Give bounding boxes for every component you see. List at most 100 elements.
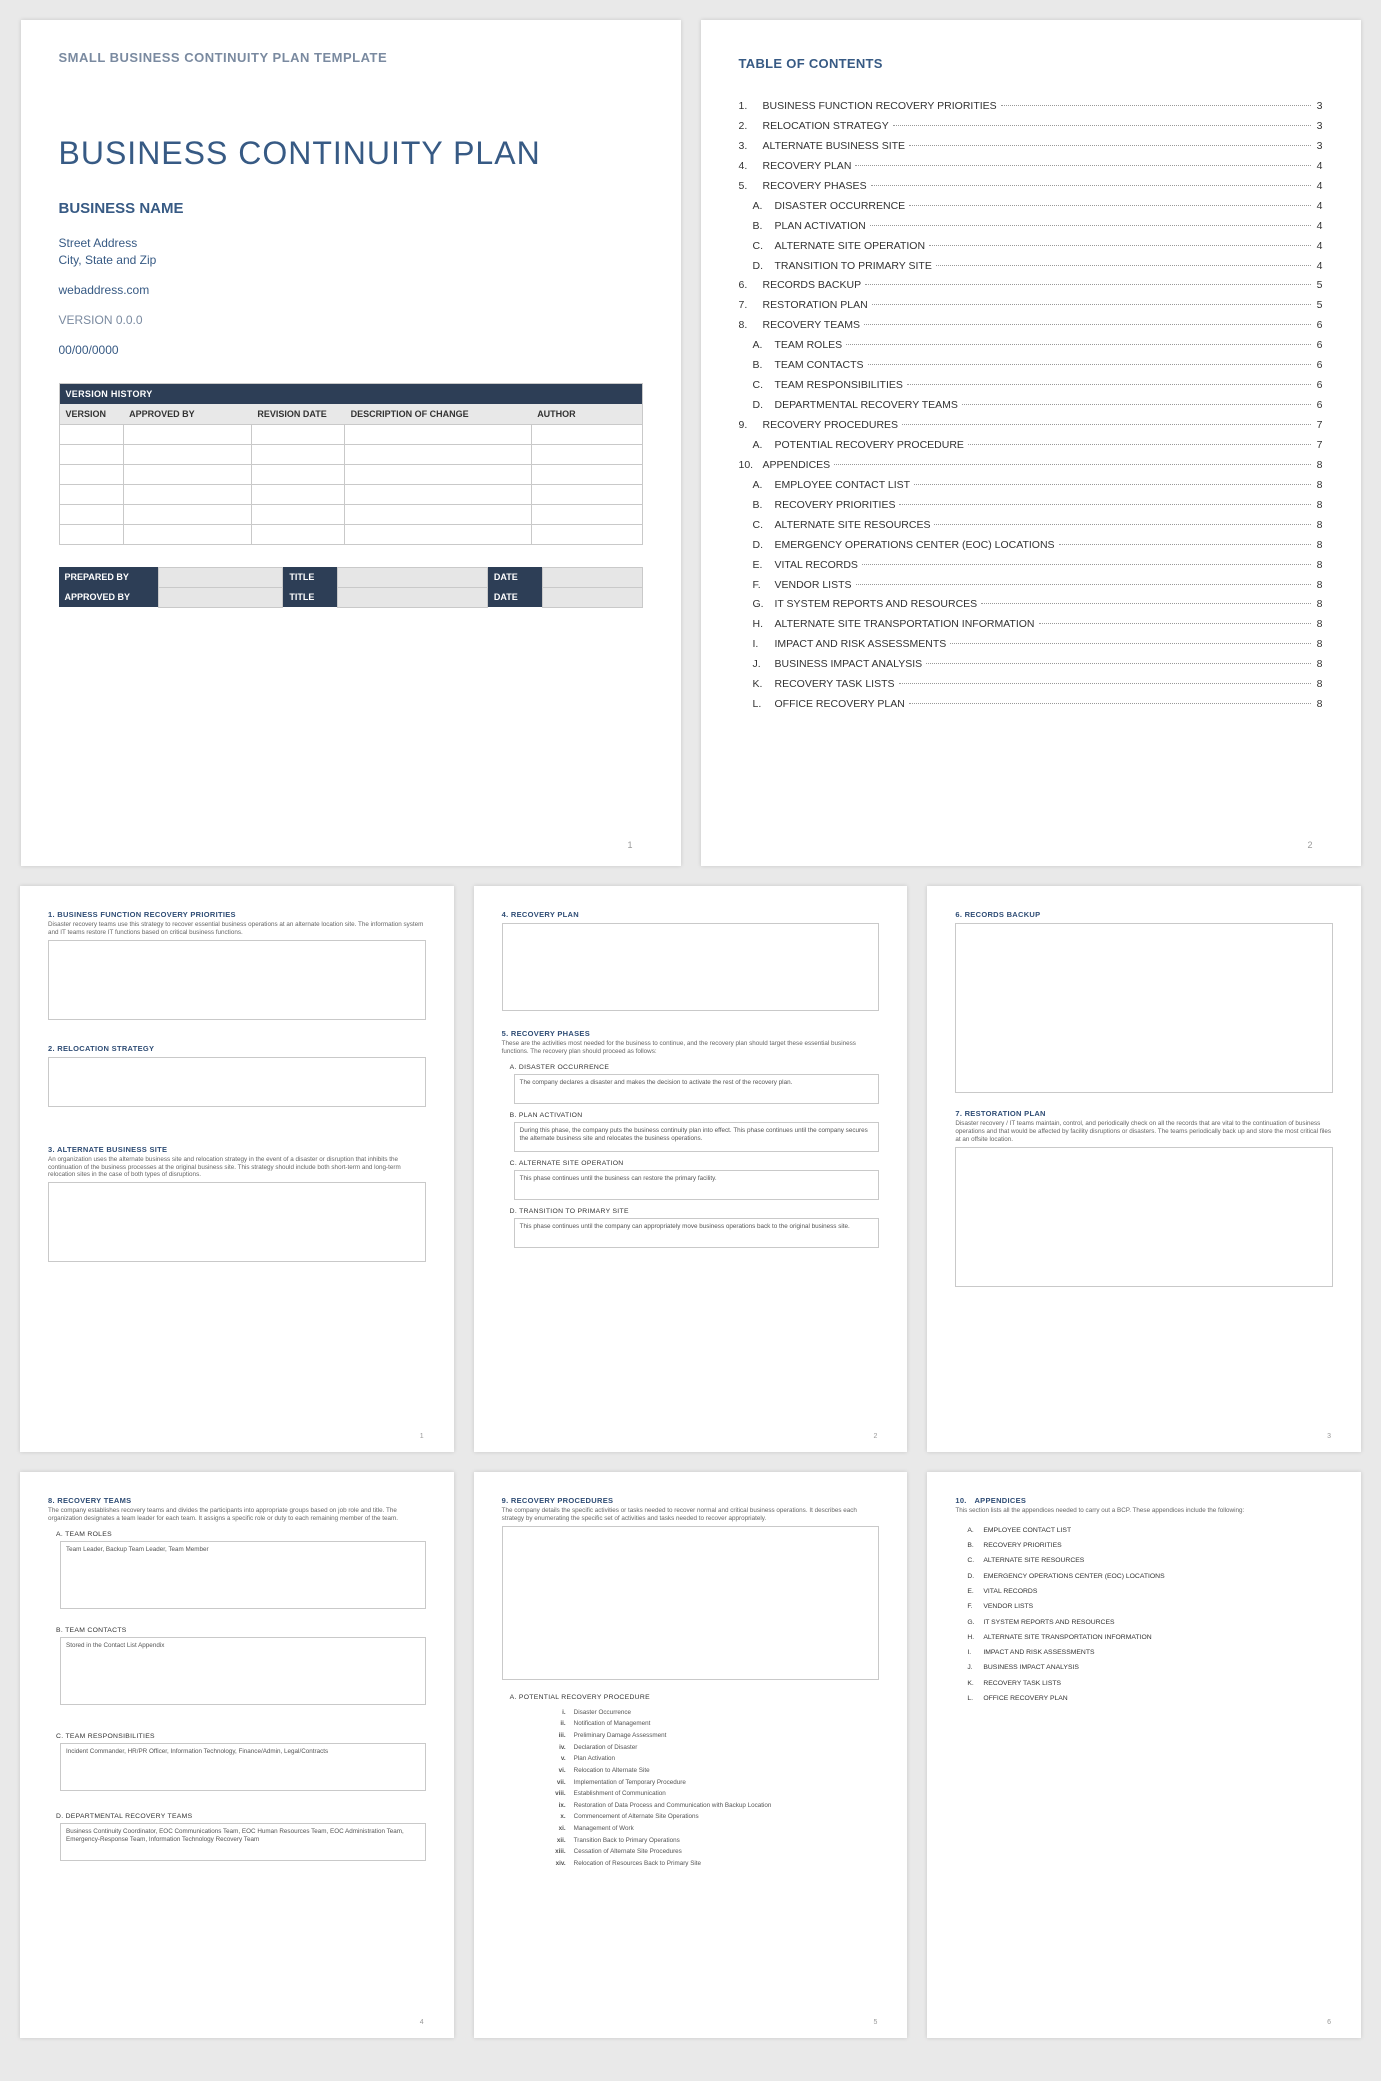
appendix-item: H.ALTERNATE SITE TRANSPORTATION INFORMAT…: [967, 1630, 1333, 1645]
team-resp-box[interactable]: Incident Commander, HR/PR Officer, Infor…: [60, 1743, 426, 1791]
version-label: VERSION 0.0.0: [59, 313, 643, 327]
appendix-item: C.ALTERNATE SITE RESOURCES: [967, 1553, 1333, 1568]
procedure-step: viii.Establishment of Communication: [548, 1788, 880, 1800]
page-toc: TABLE OF CONTENTS 1.BUSINESS FUNCTION RE…: [701, 20, 1361, 866]
toc-item: D.EMERGENCY OPERATIONS CENTER (EOC) LOCA…: [739, 536, 1323, 556]
procedure-step: vii.Implementation of Temporary Procedur…: [548, 1777, 880, 1789]
procedure-step: vi.Relocation to Alternate Site: [548, 1765, 880, 1777]
procedure-step: i.Disaster Occurrence: [548, 1707, 880, 1719]
date-field-2[interactable]: [542, 587, 642, 607]
toc-item: A.TEAM ROLES6: [739, 336, 1323, 356]
toc-item: 6.RECORDS BACKUP5: [739, 276, 1323, 296]
toc-item: A.DISASTER OCCURRENCE4: [739, 197, 1323, 217]
toc-item: I.IMPACT AND RISK ASSESSMENTS8: [739, 635, 1323, 655]
procedure-step: xii.Transition Back to Primary Operation…: [548, 1835, 880, 1847]
business-name: BUSINESS NAME: [59, 200, 643, 217]
toc-item: C.ALTERNATE SITE OPERATION4: [739, 237, 1323, 257]
approved-by-label: APPROVED BY: [59, 587, 159, 607]
section-6-title: 6. RECORDS BACKUP: [955, 910, 1333, 919]
section-4-title: 4. RECOVERY PLAN: [502, 910, 880, 919]
document-title: BUSINESS CONTINUITY PLAN: [59, 135, 643, 172]
vh-col-revdate: REVISION DATE: [251, 404, 344, 425]
toc-item: 3.ALTERNATE BUSINESS SITE3: [739, 137, 1323, 157]
prepared-by-field[interactable]: [158, 567, 283, 587]
procedure-step: v.Plan Activation: [548, 1753, 880, 1765]
section-1-desc: Disaster recovery teams use this strateg…: [48, 921, 426, 937]
appendix-item: A.EMPLOYEE CONTACT LIST: [967, 1523, 1333, 1538]
toc-item: B.TEAM CONTACTS6: [739, 356, 1323, 376]
section-2-box[interactable]: [48, 1057, 426, 1107]
phase-a-box[interactable]: The company declares a disaster and make…: [514, 1074, 880, 1104]
vh-col-desc: DESCRIPTION OF CHANGE: [345, 404, 532, 425]
prepared-by-label: PREPARED BY: [59, 567, 159, 587]
toc-item: 1.BUSINESS FUNCTION RECOVERY PRIORITIES3: [739, 97, 1323, 117]
toc-item: H.ALTERNATE SITE TRANSPORTATION INFORMAT…: [739, 615, 1323, 635]
toc-item: 8.RECOVERY TEAMS6: [739, 316, 1323, 336]
appendix-item: L.OFFICE RECOVERY PLAN: [967, 1691, 1333, 1706]
toc-item: 10.APPENDICES8: [739, 456, 1323, 476]
vh-col-version: VERSION: [59, 404, 123, 425]
procedure-steps: i.Disaster Occurrenceii.Notification of …: [548, 1707, 880, 1870]
appendix-item: F.VENDOR LISTS: [967, 1599, 1333, 1614]
toc-item: D.TRANSITION TO PRIMARY SITE4: [739, 257, 1323, 277]
section-8-desc: The company establishes recovery teams a…: [48, 1507, 426, 1523]
section-9-box[interactable]: [502, 1526, 880, 1680]
toc-item: G.IT SYSTEM REPORTS AND RESOURCES8: [739, 595, 1323, 615]
procedure-step: ii.Notification of Management: [548, 1718, 880, 1730]
team-roles-title: A. TEAM ROLES: [56, 1531, 426, 1538]
dept-teams-box[interactable]: Business Continuity Coordinator, EOC Com…: [60, 1823, 426, 1861]
toc-item: 2.RELOCATION STRATEGY3: [739, 117, 1323, 137]
title-field-1[interactable]: [338, 567, 488, 587]
section-9-desc: The company details the specific activit…: [502, 1507, 880, 1523]
phase-b-box[interactable]: During this phase, the company puts the …: [514, 1122, 880, 1152]
phase-c-box[interactable]: This phase continues until the business …: [514, 1170, 880, 1200]
section-6-box[interactable]: [955, 923, 1333, 1093]
procedure-step: iv.Declaration of Disaster: [548, 1742, 880, 1754]
potential-proc-title: A. POTENTIAL RECOVERY PROCEDURE: [510, 1694, 880, 1701]
procedure-step: xiii.Cessation of Alternate Site Procedu…: [548, 1846, 880, 1858]
appendix-item: E.VITAL RECORDS: [967, 1584, 1333, 1599]
title-label-1: TITLE: [283, 567, 338, 587]
page-3: 1. BUSINESS FUNCTION RECOVERY PRIORITIES…: [20, 886, 454, 1452]
appendix-item: D.EMERGENCY OPERATIONS CENTER (EOC) LOCA…: [967, 1569, 1333, 1584]
section-3-box[interactable]: [48, 1182, 426, 1262]
procedure-step: x.Commencement of Alternate Site Operati…: [548, 1811, 880, 1823]
appendix-item: I.IMPACT AND RISK ASSESSMENTS: [967, 1645, 1333, 1660]
template-heading: SMALL BUSINESS CONTINUITY PLAN TEMPLATE: [59, 50, 643, 65]
team-contacts-box[interactable]: Stored in the Contact List Appendix: [60, 1637, 426, 1705]
toc-heading: TABLE OF CONTENTS: [739, 56, 1323, 71]
date-label-1: DATE: [487, 567, 542, 587]
phase-d-box[interactable]: This phase continues until the company c…: [514, 1218, 880, 1248]
toc-item: L.OFFICE RECOVERY PLAN8: [739, 695, 1323, 715]
appendix-item: B.RECOVERY PRIORITIES: [967, 1538, 1333, 1553]
section-1-box[interactable]: [48, 940, 426, 1020]
title-field-2[interactable]: [338, 587, 488, 607]
section-3-title: 3. ALTERNATE BUSINESS SITE: [48, 1145, 426, 1154]
toc-item: C.ALTERNATE SITE RESOURCES8: [739, 516, 1323, 536]
page-4: 4. RECOVERY PLAN 5. RECOVERY PHASES Thes…: [474, 886, 908, 1452]
toc-item: 7.RESTORATION PLAN5: [739, 296, 1323, 316]
section-5-title: 5. RECOVERY PHASES: [502, 1029, 880, 1038]
appendix-list: A.EMPLOYEE CONTACT LISTB.RECOVERY PRIORI…: [967, 1523, 1333, 1706]
phase-c-title: C. ALTERNATE SITE OPERATION: [510, 1160, 880, 1167]
toc-item: K.RECOVERY TASK LISTS8: [739, 675, 1323, 695]
team-roles-box[interactable]: Team Leader, Backup Team Leader, Team Me…: [60, 1541, 426, 1609]
section-2-title: 2. RELOCATION STRATEGY: [48, 1044, 426, 1053]
toc-item: A.POTENTIAL RECOVERY PROCEDURE7: [739, 436, 1323, 456]
procedure-step: xi.Management of Work: [548, 1823, 880, 1835]
section-4-box[interactable]: [502, 923, 880, 1011]
page-number: 3: [1327, 1433, 1331, 1440]
page-6: 8. RECOVERY TEAMS The company establishe…: [20, 1472, 454, 2038]
page-5: 6. RECORDS BACKUP 7. RESTORATION PLAN Di…: [927, 886, 1361, 1452]
address-line-2: City, State and Zip: [59, 252, 643, 269]
toc-item: C.TEAM RESPONSIBILITIES6: [739, 376, 1323, 396]
page-number: 1: [627, 840, 632, 850]
section-7-box[interactable]: [955, 1147, 1333, 1287]
toc-item: 4.RECOVERY PLAN4: [739, 157, 1323, 177]
date-field-1[interactable]: [542, 567, 642, 587]
web-address: webaddress.com: [59, 283, 643, 297]
section-7-title: 7. RESTORATION PLAN: [955, 1109, 1333, 1118]
page-number: 6: [1327, 2019, 1331, 2026]
approved-by-field[interactable]: [158, 587, 283, 607]
vh-title: VERSION HISTORY: [59, 383, 642, 404]
